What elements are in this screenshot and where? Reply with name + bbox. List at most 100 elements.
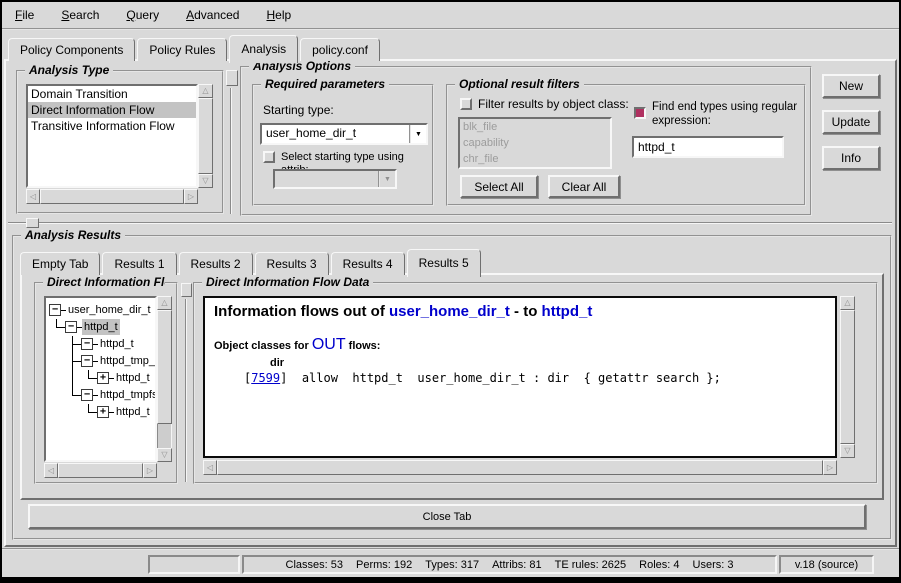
object-class-checkbox[interactable]: [460, 98, 472, 110]
select-all-button[interactable]: Select All: [460, 175, 538, 198]
flow-tree-vscrollbar[interactable]: △ ▽: [157, 296, 172, 462]
scroll-down-icon[interactable]: ▽: [840, 444, 855, 458]
tab-policy-rules[interactable]: Policy Rules: [137, 38, 227, 61]
flow-data-textarea[interactable]: Information flows out of user_home_dir_t…: [203, 296, 837, 458]
scroll-up-icon[interactable]: △: [840, 296, 855, 310]
clear-all-button[interactable]: Clear All: [548, 175, 620, 198]
object-class-checkbox-row: Filter results by object class:: [460, 98, 629, 111]
tab-results-5[interactable]: Results 5: [407, 249, 481, 277]
scroll-left-icon[interactable]: ◁: [26, 189, 40, 204]
menu-help[interactable]: Help: [266, 8, 291, 22]
menu-search[interactable]: Search: [61, 8, 99, 22]
regex-input[interactable]: [632, 136, 784, 158]
menu-query[interactable]: Query: [126, 8, 159, 22]
tab-analysis[interactable]: Analysis: [229, 35, 298, 63]
horizontal-sash-handle[interactable]: [26, 218, 39, 228]
tree-row[interactable]: + httpd_t: [49, 404, 155, 421]
results-tab-bar: Empty Tab Results 1 Results 2 Results 3 …: [20, 248, 483, 275]
menu-file[interactable]: File: [15, 8, 34, 22]
rule-id-link[interactable]: 7599: [251, 371, 280, 385]
tree-collapse-icon[interactable]: −: [81, 389, 93, 401]
close-tab-button[interactable]: Close Tab: [28, 504, 866, 529]
tree-node-label[interactable]: httpd_t: [114, 404, 152, 420]
menu-advanced[interactable]: Advanced: [186, 8, 239, 22]
tab-policy-conf[interactable]: policy.conf: [300, 38, 380, 61]
attrib-combobox[interactable]: ▼: [273, 169, 397, 189]
scrollbar-thumb[interactable]: [840, 310, 855, 444]
tree-collapse-icon[interactable]: −: [81, 338, 93, 350]
scroll-up-icon[interactable]: △: [198, 84, 213, 98]
heading-text: - to: [510, 303, 542, 320]
scroll-left-icon[interactable]: ◁: [44, 463, 58, 478]
tab-empty[interactable]: Empty Tab: [20, 252, 100, 275]
heading-end-type: httpd_t: [542, 303, 593, 320]
list-item[interactable]: Transitive Information Flow: [28, 118, 196, 134]
scrollbar-thumb[interactable]: [58, 463, 143, 478]
analysis-type-listbox[interactable]: Domain Transition Direct Information Flo…: [26, 84, 198, 188]
subheading-direction: OUT: [312, 336, 346, 353]
scrollbar-thumb[interactable]: [217, 460, 823, 475]
tree-row[interactable]: + httpd_t: [49, 370, 155, 387]
attrib-checkbox[interactable]: [263, 151, 275, 163]
flow-data-subheading: Object classes for OUT flows:: [214, 336, 826, 354]
tab-results-2[interactable]: Results 2: [179, 252, 253, 275]
flow-data-vscrollbar[interactable]: △ ▽: [840, 296, 855, 458]
stat-users: Users: 3: [693, 559, 734, 571]
flow-tree[interactable]: − user_home_dir_t − httpd_t − httpd_t − …: [44, 296, 157, 462]
stat-types: Types: 317: [425, 559, 479, 571]
tree-node-label[interactable]: httpd_tmpfs_t: [98, 387, 157, 403]
tab-results-3[interactable]: Results 3: [255, 252, 329, 275]
scroll-right-icon[interactable]: ▷: [823, 460, 837, 475]
scroll-right-icon[interactable]: ▷: [143, 463, 157, 478]
tree-node-label[interactable]: httpd_tmp_t: [98, 353, 157, 369]
analysis-type-vscrollbar[interactable]: △ ▽: [198, 84, 213, 188]
new-button[interactable]: New: [822, 74, 880, 98]
list-item[interactable]: Domain Transition: [28, 86, 196, 102]
tree-node-label-selected[interactable]: httpd_t: [82, 319, 120, 335]
tab-policy-components[interactable]: Policy Components: [8, 38, 135, 61]
status-bar: Classes: 53 Perms: 192 Types: 317 Attrib…: [2, 548, 899, 577]
tab-results-1[interactable]: Results 1: [102, 252, 176, 275]
tree-row[interactable]: − httpd_tmp_t: [49, 353, 155, 370]
scrollbar-thumb[interactable]: [198, 98, 213, 174]
list-item-selected[interactable]: Direct Information Flow: [28, 102, 196, 118]
tree-collapse-icon[interactable]: −: [81, 355, 93, 367]
apol-window: File Search Query Advanced Help Policy C…: [0, 0, 901, 583]
tree-node-label[interactable]: httpd_t: [98, 336, 136, 352]
required-parameters-title: Required parameters: [261, 77, 389, 91]
tree-node-label[interactable]: user_home_dir_t: [66, 302, 153, 318]
scroll-up-icon[interactable]: △: [157, 296, 172, 310]
regex-checkbox[interactable]: [634, 107, 646, 119]
status-empty-cell: [148, 555, 240, 574]
heading-start-type: user_home_dir_t: [389, 303, 510, 320]
scroll-left-icon[interactable]: ◁: [203, 460, 217, 475]
tree-expand-icon[interactable]: +: [97, 406, 109, 418]
analysis-results-title: Analysis Results: [21, 228, 125, 242]
scrollbar-thumb[interactable]: [40, 189, 184, 204]
info-button[interactable]: Info: [822, 146, 880, 170]
tree-node-label[interactable]: httpd_t: [114, 370, 152, 386]
scroll-down-icon[interactable]: ▽: [198, 174, 213, 188]
flow-tree-hscrollbar[interactable]: ◁ ▷: [44, 463, 157, 478]
update-button[interactable]: Update: [822, 110, 880, 134]
tree-row[interactable]: − user_home_dir_t: [49, 302, 155, 319]
analysis-type-hscrollbar[interactable]: ◁ ▷: [26, 189, 198, 204]
top-vertical-sash-handle[interactable]: [226, 70, 238, 86]
subheading-text: flows:: [346, 340, 381, 352]
tree-row[interactable]: − httpd_t: [49, 319, 155, 336]
tree-row[interactable]: − httpd_tmpfs_t: [49, 387, 155, 404]
scrollbar-thumb[interactable]: [157, 310, 172, 424]
tree-expand-icon[interactable]: +: [97, 372, 109, 384]
tree-collapse-icon[interactable]: −: [65, 321, 77, 333]
scroll-right-icon[interactable]: ▷: [184, 189, 198, 204]
scroll-down-icon[interactable]: ▽: [157, 448, 172, 462]
flow-data-hscrollbar[interactable]: ◁ ▷: [203, 460, 837, 475]
results-vertical-sash-handle[interactable]: [181, 283, 192, 297]
menu-bar: File Search Query Advanced Help: [2, 2, 899, 30]
dropdown-arrow-icon[interactable]: ▼: [409, 125, 426, 143]
tab-results-4[interactable]: Results 4: [331, 252, 405, 275]
horizontal-sash: [8, 222, 892, 224]
tree-row[interactable]: − httpd_t: [49, 336, 155, 353]
tree-collapse-icon[interactable]: −: [49, 304, 61, 316]
starting-type-combobox[interactable]: user_home_dir_t ▼: [260, 123, 428, 145]
